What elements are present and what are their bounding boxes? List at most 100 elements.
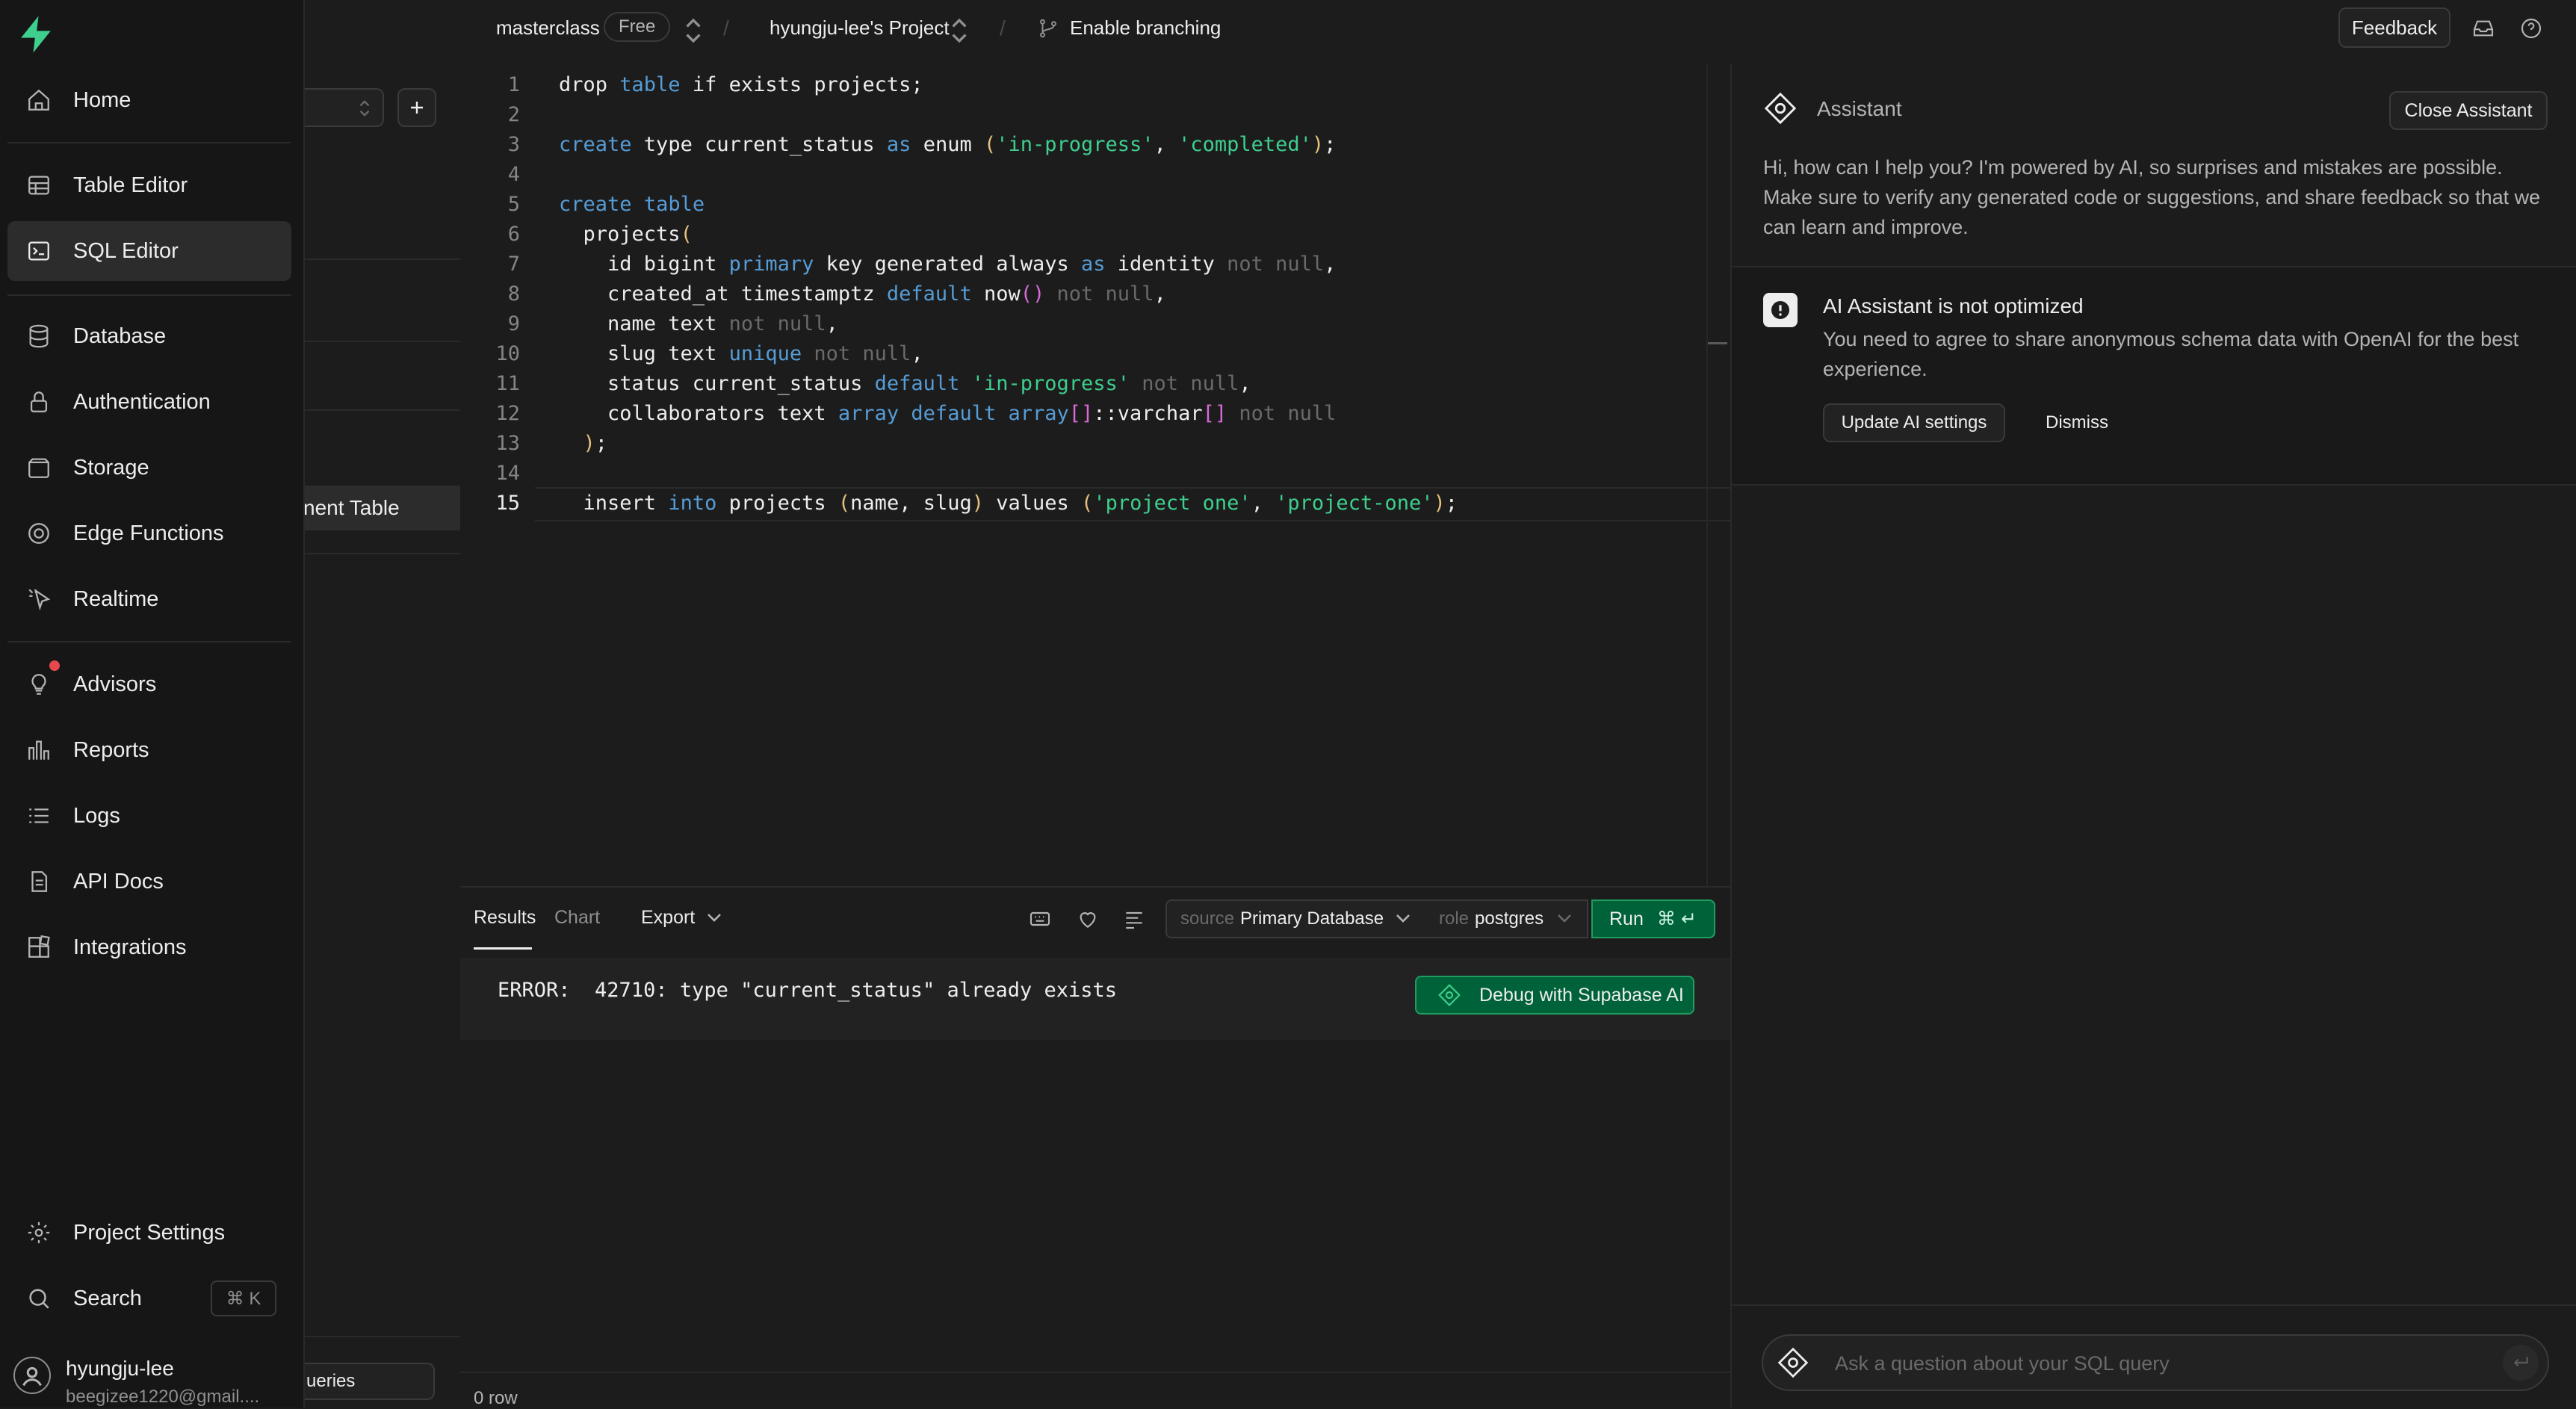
sidebar-item-database[interactable]: Database (7, 306, 291, 366)
sidebar-item-advisors[interactable]: Advisors (7, 654, 291, 714)
chevron-updown-icon (359, 100, 370, 117)
sidebar-item-edge-functions[interactable]: Edge Functions (7, 504, 291, 563)
line-number: 14 (495, 462, 520, 485)
view-queries-button[interactable]: ueries (303, 1363, 435, 1400)
results-panel: Results Chart Export source Primary Data… (460, 886, 1730, 1409)
code-line: collaborators text array default array[]… (559, 402, 1337, 425)
line-number: 7 (507, 253, 520, 276)
code-line: slug text unique not null, (559, 342, 923, 365)
sidebar-item-table-editor[interactable]: Table Editor (7, 155, 291, 215)
role-prefix: role (1439, 908, 1470, 929)
inbox-icon[interactable] (2471, 16, 2495, 40)
role-select[interactable]: role postgres (1425, 899, 1588, 938)
reports-icon (22, 734, 55, 767)
assistant-panel: Assistant Close Assistant Hi, how can I … (1730, 64, 2576, 1408)
code-line: drop table if exists projects; (559, 73, 923, 96)
line-number: 1 (507, 73, 520, 96)
code-line: created_at timestamptz default now() not… (559, 282, 1166, 306)
supabase-logo-icon[interactable] (15, 13, 57, 55)
row-count: 0 row (474, 1388, 518, 1408)
enable-branching-button[interactable]: Enable branching (1070, 16, 1221, 40)
source-select[interactable]: source Primary Database (1165, 899, 1427, 938)
sidebar-item-api-docs[interactable]: API Docs (7, 852, 291, 911)
sidebar-item-label: Edge Functions (73, 521, 224, 545)
debug-with-ai-button[interactable]: Debug with Supabase AI (1415, 976, 1694, 1015)
sidebar-item-storage[interactable]: Storage (7, 438, 291, 498)
org-switcher-chevron-icon[interactable] (683, 18, 704, 43)
database-icon (22, 320, 55, 353)
sidebar-item-label: Realtime (73, 586, 159, 611)
sql-explorer-panel: nent Table ueries (303, 0, 462, 1408)
document-icon (22, 865, 55, 898)
sidebar-item-reports[interactable]: Reports (7, 720, 291, 780)
error-message-box: ERROR: 42710: type "current_status" alre… (460, 958, 1730, 1040)
dismiss-button[interactable]: Dismiss (2046, 412, 2108, 433)
ai-diamond-icon (1777, 1347, 1809, 1378)
sidebar-item-label: Advisors (73, 672, 157, 696)
sidebar-item-realtime[interactable]: Realtime (7, 569, 291, 629)
notice-title: AI Assistant is not optimized (1823, 294, 2084, 318)
role-value: postgres (1475, 908, 1544, 929)
line-number: 5 (507, 193, 520, 216)
sidebar: Home Table Editor SQL Editor Database Au… (0, 0, 305, 1408)
line-number: 11 (495, 372, 520, 395)
source-value: Primary Database (1240, 908, 1384, 929)
line-number: 6 (507, 223, 520, 246)
logs-icon (22, 799, 55, 832)
project-name[interactable]: hyungju-lee's Project (770, 16, 950, 40)
line-number: 12 (495, 402, 520, 425)
gear-icon (22, 1216, 55, 1249)
snippet-filter-select[interactable] (303, 88, 384, 127)
chevron-down-icon (1396, 914, 1411, 923)
code-line: insert into projects (name, slug) values… (559, 492, 1458, 515)
keyboard-icon[interactable] (1028, 907, 1052, 931)
export-button[interactable]: Export (641, 907, 695, 929)
alert-icon (1763, 293, 1798, 327)
sql-code-editor[interactable]: 1 2 3 4 5 6 7 8 9 10 11 12 13 14 15 drop… (460, 64, 1730, 886)
search-icon (22, 1282, 55, 1315)
sidebar-item-sql-editor[interactable]: SQL Editor (7, 221, 291, 281)
avatar[interactable] (13, 1357, 51, 1394)
close-assistant-button[interactable]: Close Assistant (2389, 91, 2548, 130)
new-query-button[interactable] (397, 88, 436, 127)
favorite-heart-icon[interactable] (1076, 907, 1100, 931)
realtime-icon (22, 583, 55, 616)
run-shortcut: ⌘ ↵ (1656, 908, 1697, 929)
enter-arrow-icon (2513, 1357, 2528, 1367)
format-align-icon[interactable] (1122, 907, 1146, 931)
update-ai-settings-button[interactable]: Update AI settings (1823, 403, 2005, 442)
help-icon[interactable] (2519, 16, 2543, 40)
chevron-down-icon (1558, 914, 1572, 923)
run-button[interactable]: Run ⌘ ↵ (1591, 899, 1715, 938)
send-button[interactable] (2503, 1345, 2539, 1381)
feedback-button[interactable]: Feedback (2338, 7, 2450, 48)
sidebar-item-label: Table Editor (73, 173, 188, 197)
snippet-label: nent Table (303, 496, 400, 519)
sidebar-item-home[interactable]: Home (7, 70, 291, 130)
code-line: status current_status default 'in-progre… (559, 372, 1251, 395)
user-name: hyungju-lee (66, 1357, 174, 1380)
sidebar-item-authentication[interactable]: Authentication (7, 372, 291, 432)
sidebar-item-integrations[interactable]: Integrations (7, 917, 291, 977)
storage-icon (22, 451, 55, 484)
editor-scrollbar-track[interactable] (1706, 64, 1708, 886)
line-number: 8 (507, 282, 520, 306)
snippet-item-selected[interactable]: nent Table (303, 486, 460, 530)
tab-results[interactable]: Results (474, 907, 536, 929)
project-switcher-chevron-icon[interactable] (949, 18, 970, 43)
line-number: 15 (495, 492, 520, 515)
chevron-down-icon (708, 914, 721, 922)
chat-input-placeholder: Ask a question about your SQL query (1835, 1352, 2170, 1375)
assistant-intro: Hi, how can I help you? I'm powered by A… (1763, 156, 2541, 238)
assistant-chat-input[interactable]: Ask a question about your SQL query (1762, 1334, 2549, 1391)
sidebar-item-project-settings[interactable]: Project Settings (7, 1203, 291, 1263)
sidebar-item-label: Integrations (73, 935, 187, 959)
search-shortcut-badge: ⌘ K (211, 1281, 276, 1316)
notification-dot (49, 660, 60, 671)
tab-chart[interactable]: Chart (554, 907, 600, 929)
lock-icon (22, 385, 55, 418)
sidebar-item-logs[interactable]: Logs (7, 786, 291, 846)
sidebar-item-search[interactable]: Search ⌘ K (7, 1269, 291, 1328)
top-bar: masterclass Free / hyungju-lee's Project… (460, 0, 2576, 66)
org-name[interactable]: masterclass (496, 16, 600, 40)
